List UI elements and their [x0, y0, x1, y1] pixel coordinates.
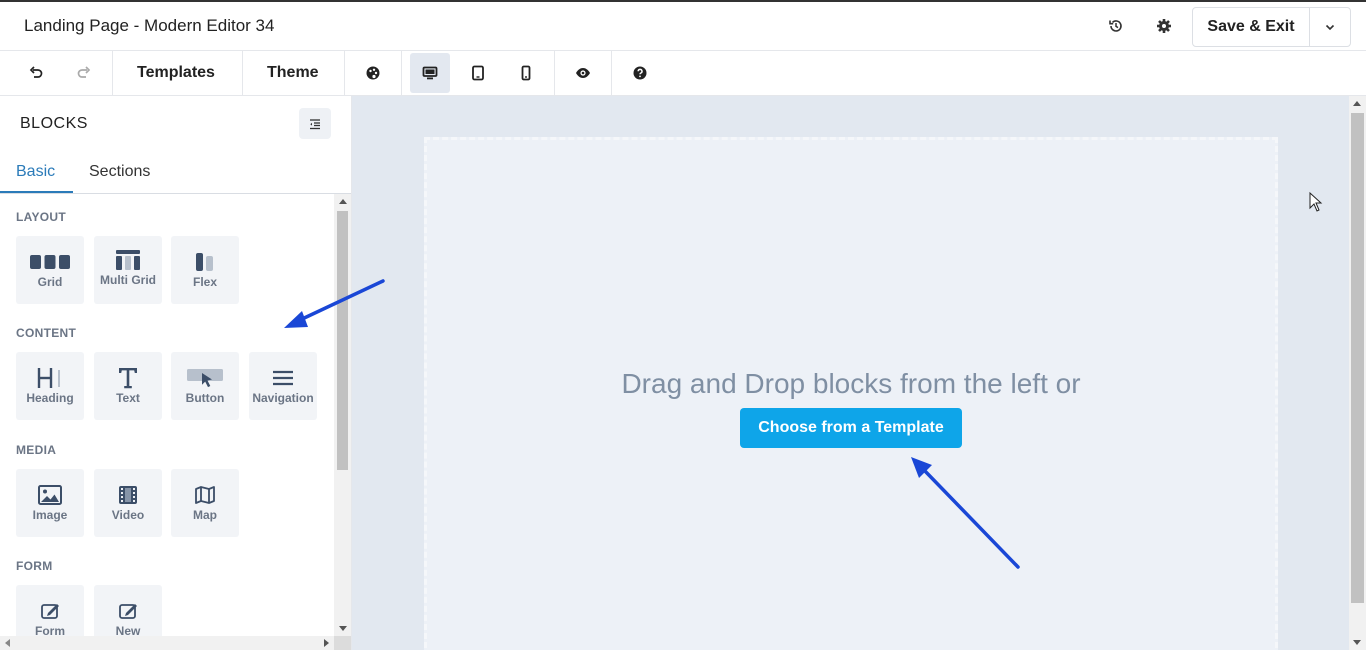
block-label: Flex: [192, 275, 217, 289]
block-label: Button: [185, 391, 225, 405]
block-video[interactable]: Video: [94, 469, 162, 537]
tab-basic[interactable]: Basic: [16, 163, 55, 181]
section-label-content: CONTENT: [16, 326, 77, 340]
toolbar-divider: [112, 51, 113, 95]
block-label: Text: [116, 391, 140, 405]
undo-icon[interactable]: [16, 53, 56, 93]
image-icon: [38, 483, 62, 507]
tab-sections[interactable]: Sections: [89, 163, 150, 181]
multi-grid-icon: [116, 248, 140, 272]
top-header: Landing Page - Modern Editor 34 Save & E…: [0, 0, 1366, 51]
block-label: Image: [32, 508, 68, 522]
drop-zone[interactable]: Drag and Drop blocks from the left or Ch…: [424, 137, 1278, 650]
scroll-up-arrow-icon[interactable]: [1353, 101, 1361, 106]
scroll-down-arrow-icon[interactable]: [1353, 640, 1361, 645]
save-exit-group: Save & Exit: [1192, 7, 1351, 47]
page-title: Landing Page - Modern Editor 34: [24, 16, 275, 35]
section-label-media: MEDIA: [16, 443, 57, 457]
flex-icon: [195, 250, 215, 274]
palette-icon[interactable]: [353, 53, 393, 93]
text-icon: [118, 366, 138, 390]
video-film-icon: [118, 483, 138, 507]
block-map[interactable]: Map: [171, 469, 239, 537]
block-label: Multi Grid: [100, 273, 156, 287]
block-new[interactable]: New: [94, 585, 162, 638]
panel-title: BLOCKS: [20, 115, 88, 132]
section-label-form: FORM: [16, 559, 53, 573]
scroll-down-arrow-icon[interactable]: [339, 626, 347, 631]
grid-icon: [29, 250, 71, 274]
drop-instructions: Drag and Drop blocks from the left or: [621, 368, 1081, 399]
scroll-up-arrow-icon[interactable]: [339, 199, 347, 204]
preview-eye-icon[interactable]: [563, 53, 603, 93]
section-label-layout: LAYOUT: [16, 210, 67, 224]
blocks-panel: BLOCKS Basic Sections LAYOUT Grid Multi …: [0, 96, 352, 650]
scroll-right-arrow-icon[interactable]: [324, 639, 329, 647]
button-cursor-icon: [187, 366, 223, 390]
redo-icon[interactable]: [64, 53, 104, 93]
block-label: Grid: [37, 275, 63, 289]
templates-button[interactable]: Templates: [137, 64, 215, 82]
blocks-horizontal-scrollbar[interactable]: [0, 636, 334, 650]
block-heading[interactable]: Heading: [16, 352, 84, 420]
map-icon: [195, 483, 215, 507]
chevron-down-icon[interactable]: [1310, 8, 1350, 46]
block-flex[interactable]: Flex: [171, 236, 239, 304]
block-text[interactable]: Text: [94, 352, 162, 420]
tablet-view-icon[interactable]: [458, 53, 498, 93]
scrollbar-thumb[interactable]: [1351, 113, 1364, 603]
block-image[interactable]: Image: [16, 469, 84, 537]
editor-toolbar: Templates Theme: [0, 51, 1366, 96]
toolbar-divider: [344, 51, 345, 95]
history-icon[interactable]: [1104, 14, 1128, 38]
navigation-menu-icon: [272, 366, 294, 390]
block-form[interactable]: Form: [16, 585, 84, 638]
blocks-vertical-scrollbar[interactable]: [334, 194, 351, 636]
block-button[interactable]: Button: [171, 352, 239, 420]
mobile-view-icon[interactable]: [506, 53, 546, 93]
theme-button[interactable]: Theme: [267, 64, 319, 82]
toolbar-divider: [242, 51, 243, 95]
toolbar-divider: [554, 51, 555, 95]
toolbar-divider: [401, 51, 402, 95]
save-exit-button[interactable]: Save & Exit: [1193, 8, 1310, 46]
scroll-left-arrow-icon[interactable]: [5, 639, 10, 647]
block-label: Video: [111, 508, 145, 522]
edit-new-icon: [118, 599, 138, 623]
canvas-vertical-scrollbar[interactable]: [1349, 96, 1366, 650]
heading-icon: [36, 366, 64, 390]
block-multi-grid[interactable]: Multi Grid: [94, 236, 162, 304]
editor-canvas[interactable]: Drag and Drop blocks from the left or Ch…: [352, 96, 1349, 650]
choose-template-button[interactable]: Choose from a Template: [740, 408, 962, 448]
toolbar-divider: [611, 51, 612, 95]
desktop-view-icon[interactable]: [410, 53, 450, 93]
blocks-list: LAYOUT Grid Multi Grid Flex CONTENT Head…: [0, 194, 334, 638]
gear-icon[interactable]: [1152, 14, 1176, 38]
collapse-panel-icon[interactable]: [299, 108, 331, 139]
scrollbar-corner: [334, 636, 351, 650]
block-navigation[interactable]: Navigation: [249, 352, 317, 420]
scrollbar-thumb[interactable]: [337, 211, 348, 470]
panel-tabs: Basic Sections: [0, 157, 351, 194]
block-label: Heading: [26, 391, 74, 405]
edit-form-icon: [40, 599, 60, 623]
help-icon[interactable]: [620, 53, 660, 93]
block-label: Navigation: [252, 391, 314, 405]
block-label: Map: [193, 508, 217, 522]
block-grid[interactable]: Grid: [16, 236, 84, 304]
active-tab-indicator: [0, 191, 73, 193]
